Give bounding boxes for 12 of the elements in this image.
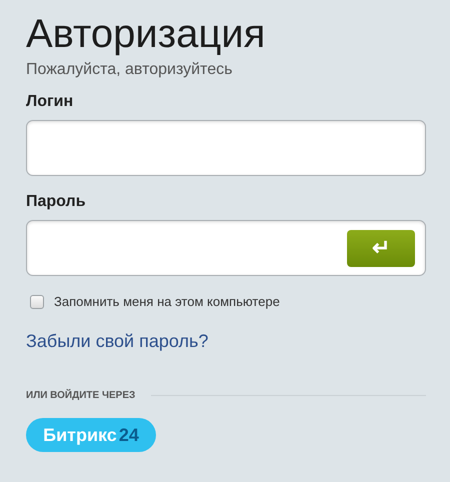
field-label: Пароль — [26, 192, 87, 212]
field-label: Логин — [26, 92, 74, 112]
page-title: Авторизация — [26, 11, 266, 58]
subtitle: Пожалуйста, авторизуйтесь — [26, 60, 234, 80]
remember-checkbox[interactable] — [30, 294, 44, 308]
bitrix24-login-button[interactable]: Битрикс24 — [26, 418, 156, 452]
checkbox-label: Запомнить меня на этом компьютере — [54, 294, 280, 309]
login-field[interactable] — [26, 120, 426, 176]
submit-button[interactable]: ↵ — [347, 230, 415, 266]
section-heading: ИЛИ ВОЙДИТЕ ЧЕРЕЗ — [26, 390, 136, 401]
password-field[interactable]: ↵ — [26, 220, 426, 276]
forgot-password-link[interactable]: Забыли свой пароль? — [26, 331, 208, 352]
